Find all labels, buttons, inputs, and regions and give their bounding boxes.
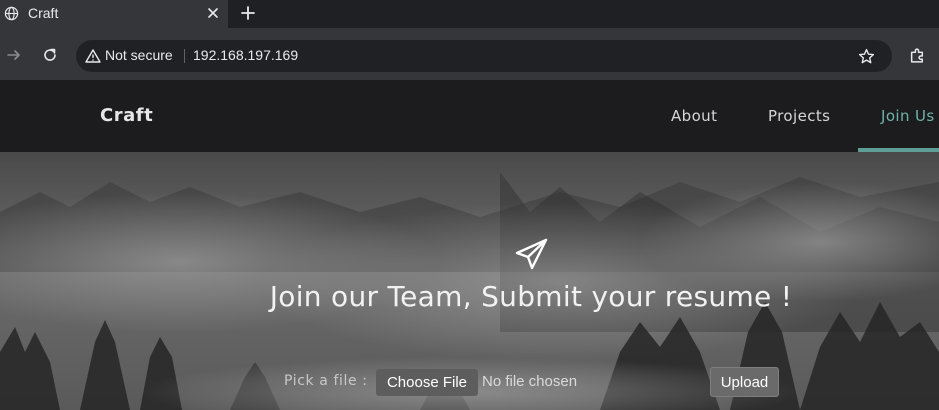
- browser-tab[interactable]: Craft: [0, 0, 228, 28]
- upload-button[interactable]: Upload: [710, 367, 779, 397]
- omnibox-divider: [184, 49, 185, 63]
- nav-link-join-us[interactable]: Join Us: [881, 107, 935, 125]
- address-bar[interactable]: Not secure 192.168.197.169: [76, 40, 892, 72]
- brand-logo[interactable]: Craft: [100, 105, 153, 126]
- file-status-text: No file chosen: [482, 373, 578, 390]
- nav-link-about[interactable]: About: [671, 107, 717, 125]
- close-icon[interactable]: [206, 6, 220, 20]
- hero-title: Join our Team, Submit your resume !: [269, 280, 793, 313]
- extensions-icon[interactable]: [909, 47, 926, 64]
- star-icon[interactable]: [858, 48, 875, 65]
- reload-icon[interactable]: [42, 47, 58, 63]
- hero-section: Join our Team, Submit your resume ! Pick…: [0, 152, 939, 410]
- browser-tab-bar: Craft: [0, 0, 939, 28]
- site-header: Craft About Projects Join Us: [0, 80, 939, 152]
- plus-icon[interactable]: [240, 5, 256, 21]
- globe-icon: [4, 6, 19, 21]
- file-picker-label: Pick a file :: [284, 373, 368, 389]
- url-text[interactable]: 192.168.197.169: [193, 47, 298, 63]
- tab-title: Craft: [28, 5, 59, 21]
- browser-toolbar: Not secure 192.168.197.169: [0, 28, 939, 80]
- security-label[interactable]: Not secure: [105, 47, 173, 63]
- choose-file-button[interactable]: Choose File: [376, 369, 478, 396]
- forward-arrow-icon[interactable]: [6, 47, 22, 63]
- warning-icon[interactable]: [85, 48, 101, 64]
- nav-link-projects[interactable]: Projects: [768, 107, 830, 125]
- paper-plane-icon: [515, 238, 548, 270]
